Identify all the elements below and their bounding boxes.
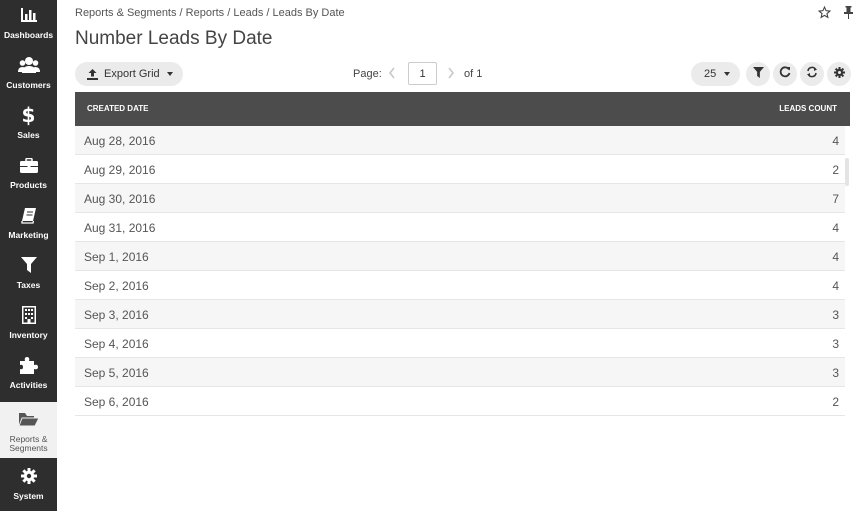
sidebar-item-label: Activities	[9, 380, 48, 390]
page-total-label: of 1	[464, 68, 483, 80]
export-grid-button[interactable]: Export Grid	[75, 62, 183, 86]
main-sidebar: Dashboards Customers $ Sales Products Ma…	[0, 0, 57, 511]
previous-page-button[interactable]	[386, 65, 398, 81]
leads-count-cell: 3	[832, 337, 839, 351]
sidebar-item-products[interactable]: Products	[0, 150, 57, 200]
sidebar-item-activities[interactable]: Activities	[0, 350, 57, 400]
created-date-cell: Aug 30, 2016	[84, 192, 156, 206]
puzzle-icon	[18, 354, 40, 376]
gear-icon	[833, 65, 845, 83]
sidebar-item-reports-segments[interactable]: Reports & Segments	[0, 402, 57, 458]
sidebar-item-label: Sales	[17, 130, 40, 140]
page-size-value: 25	[704, 68, 717, 80]
reset-button[interactable]	[800, 62, 824, 86]
grid-body: Aug 28, 2016 4 Aug 29, 2016 2 Aug 30, 2016 7 A…	[75, 126, 850, 416]
scrollbar-thumb[interactable]	[845, 158, 849, 186]
page-size-select[interactable]: 25	[691, 62, 740, 86]
table-row[interactable]: Sep 5, 2016 3	[75, 358, 845, 387]
table-row[interactable]: Aug 30, 2016 7	[75, 184, 845, 213]
leads-count-cell: 4	[832, 250, 839, 264]
page-number-input[interactable]	[408, 62, 437, 85]
created-date-cell: Sep 5, 2016	[84, 366, 149, 380]
briefcase-icon	[18, 154, 40, 176]
sidebar-item-taxes[interactable]: Taxes	[0, 250, 57, 300]
page-label: Page:	[353, 68, 382, 80]
filter-icon	[18, 254, 40, 276]
page-title: Number Leads By Date	[75, 28, 273, 49]
sidebar-item-system[interactable]: System	[0, 461, 57, 511]
created-date-cell: Sep 1, 2016	[84, 250, 149, 264]
chevron-down-icon	[724, 72, 731, 76]
star-icon[interactable]	[817, 5, 832, 19]
breadcrumb[interactable]: Reports & Segments / Reports / Leads / L…	[75, 7, 345, 19]
filter-icon	[752, 65, 764, 83]
sidebar-item-marketing[interactable]: Marketing	[0, 200, 57, 250]
leads-count-cell: 2	[832, 163, 839, 177]
table-row[interactable]: Sep 6, 2016 2	[75, 387, 845, 416]
refresh-button[interactable]	[773, 62, 797, 86]
table-row[interactable]: Sep 4, 2016 3	[75, 329, 845, 358]
sidebar-item-label: Reports & Segments	[9, 434, 48, 453]
column-header-created-date[interactable]: CREATED DATE	[87, 104, 148, 113]
sidebar-item-inventory[interactable]: Inventory	[0, 300, 57, 350]
next-page-button[interactable]	[445, 65, 457, 81]
created-date-cell: Sep 6, 2016	[84, 395, 149, 409]
sidebar-item-label: Customers	[6, 80, 51, 90]
table-row[interactable]: Aug 28, 2016 4	[75, 126, 845, 155]
leads-count-cell: 2	[832, 395, 839, 409]
chevron-down-icon	[166, 72, 173, 76]
sidebar-item-label: Taxes	[16, 280, 41, 290]
leads-count-cell: 4	[832, 221, 839, 235]
sidebar-item-label: System	[13, 491, 44, 501]
sync-icon	[806, 65, 818, 83]
created-date-cell: Sep 2, 2016	[84, 279, 149, 293]
sidebar-item-sales[interactable]: $ Sales	[0, 100, 57, 150]
grid-settings-button[interactable]	[827, 62, 851, 86]
leads-count-cell: 3	[832, 366, 839, 380]
column-header-leads-count[interactable]: LEADS COUNT	[779, 104, 837, 113]
sidebar-item-label: Marketing	[8, 230, 49, 240]
leads-count-cell: 4	[832, 279, 839, 293]
sidebar-item-label: Dashboards	[3, 30, 54, 40]
export-grid-label: Export Grid	[104, 68, 160, 80]
leads-grid: CREATED DATE LEADS COUNT Aug 28, 2016 4 Au…	[75, 92, 850, 416]
upload-icon	[87, 68, 98, 80]
filter-button[interactable]	[746, 62, 770, 86]
folder-open-icon	[18, 408, 40, 430]
table-row[interactable]: Aug 31, 2016 4	[75, 213, 845, 242]
created-date-cell: Aug 29, 2016	[84, 163, 156, 177]
leads-count-cell: 7	[832, 192, 839, 206]
created-date-cell: Sep 3, 2016	[84, 308, 149, 322]
refresh-icon	[779, 65, 791, 83]
users-icon	[17, 54, 40, 76]
table-row[interactable]: Sep 2, 2016 4	[75, 271, 845, 300]
book-icon	[18, 204, 40, 226]
sidebar-item-dashboards[interactable]: Dashboards	[0, 0, 57, 50]
sidebar-item-label: Inventory	[9, 330, 48, 340]
leads-count-cell: 4	[832, 134, 839, 148]
pin-icon[interactable]	[843, 6, 854, 19]
created-date-cell: Aug 31, 2016	[84, 221, 156, 235]
sidebar-item-label: Products	[10, 180, 47, 190]
gear-icon	[18, 465, 40, 487]
bar-chart-icon	[18, 4, 40, 26]
table-row[interactable]: Aug 29, 2016 2	[75, 155, 845, 184]
table-row[interactable]: Sep 1, 2016 4	[75, 242, 845, 271]
dollar-icon: $	[21, 103, 36, 127]
created-date-cell: Aug 28, 2016	[84, 134, 156, 148]
created-date-cell: Sep 4, 2016	[84, 337, 149, 351]
grid-header: CREATED DATE LEADS COUNT	[75, 92, 850, 126]
leads-count-cell: 3	[832, 308, 839, 322]
sidebar-item-customers[interactable]: Customers	[0, 50, 57, 100]
building-icon	[18, 304, 40, 326]
table-row[interactable]: Sep 3, 2016 3	[75, 300, 845, 329]
